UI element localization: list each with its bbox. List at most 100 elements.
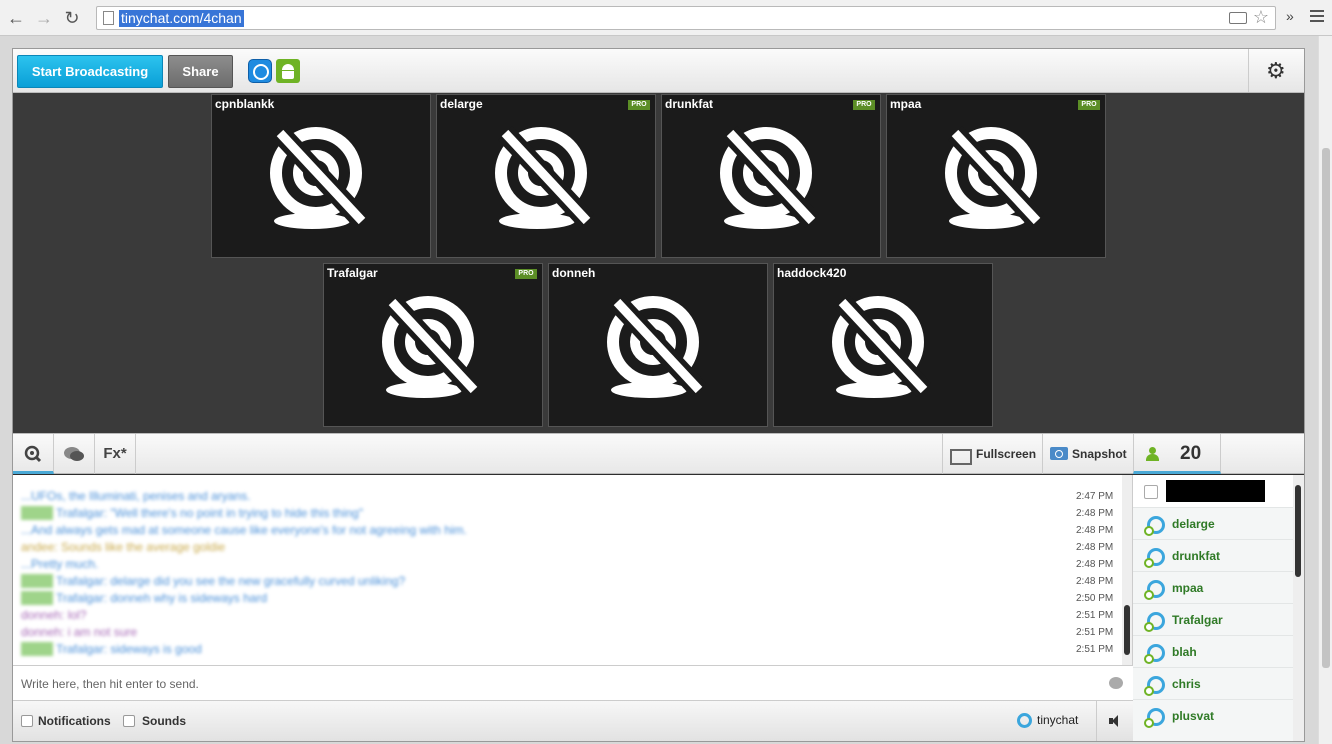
message-time: 2:51 PM [1076, 627, 1114, 638]
video-tile-cpnblankk[interactable]: cpnblankk [211, 94, 431, 258]
chat-input-area [13, 665, 1133, 701]
tinychat-app: Start Broadcasting Share ⚙ cpnblankk del… [12, 48, 1305, 742]
chat-message: MOD Trafalgar: "Well there's no point in… [21, 506, 364, 520]
message-time: 2:48 PM [1076, 508, 1114, 519]
tinychat-user-icon [1144, 676, 1165, 696]
camera-blocked-icon[interactable] [1229, 12, 1247, 24]
message-time: 2:48 PM [1076, 559, 1114, 570]
mod-badge: MOD [21, 591, 53, 605]
video-username: cpnblankk [215, 97, 275, 111]
tinychat-logo-icon [1017, 713, 1032, 728]
mod-badge: MOD [21, 506, 53, 520]
message-time: 2:50 PM [1076, 593, 1114, 604]
chat-options-bar: Notifications Sounds tinychat [13, 701, 1133, 741]
user-item-drunkfat[interactable]: drunkfat [1133, 539, 1293, 571]
message-time: 2:47 PM [1076, 491, 1114, 502]
video-username: haddock420 [777, 266, 847, 280]
no-camera-icon [607, 295, 707, 398]
user-count: 20 [1180, 443, 1202, 464]
bookmark-star-icon[interactable]: ☆ [1253, 7, 1269, 28]
page-scrollbar[interactable] [1318, 36, 1332, 744]
back-arrow-icon[interactable]: ← [6, 8, 26, 28]
chat-message: MOD Trafalgar: donneh why is sideways ha… [21, 591, 268, 605]
video-tile-delarge[interactable]: delarge PRO [436, 94, 656, 258]
volume-button[interactable] [1096, 701, 1133, 741]
share-button[interactable]: Share [168, 55, 233, 88]
user-name: delarge [1172, 517, 1215, 531]
reload-icon[interactable]: ↻ [62, 8, 82, 28]
extensions-overflow-button[interactable]: » [1286, 8, 1294, 24]
tinychat-brand[interactable]: tinychat [1017, 713, 1079, 728]
chat-message: andee: Sounds like the average goldie [21, 540, 226, 554]
chat-toolbar: Fx* Fullscreen Snapshot 20 [13, 433, 1304, 474]
tinychat-user-icon [1144, 708, 1165, 728]
video-tile-trafalgar[interactable]: Trafalgar PRO [323, 263, 543, 427]
snapshot-button[interactable]: Snapshot [1042, 434, 1133, 474]
settings-button[interactable]: ⚙ [1248, 49, 1304, 92]
user-item-plusvat[interactable]: plusvat [1133, 699, 1293, 731]
tab-zoom[interactable] [13, 434, 54, 474]
chat-bubble-icon[interactable] [1109, 677, 1123, 689]
notifications-label[interactable]: Notifications [38, 714, 111, 728]
video-tile-donneh[interactable]: donneh [548, 263, 768, 427]
user-item-blah[interactable]: blah [1133, 635, 1293, 667]
video-username: delarge [440, 97, 483, 111]
video-tile-haddock420[interactable]: haddock420 [773, 263, 993, 427]
no-camera-icon [832, 295, 932, 398]
message-time: 2:48 PM [1076, 525, 1114, 536]
fullscreen-button[interactable]: Fullscreen [942, 434, 1042, 474]
video-tile-mpaa[interactable]: mpaa PRO [886, 94, 1106, 258]
user-item-trafalgar[interactable]: Trafalgar [1133, 603, 1293, 635]
no-camera-icon [720, 126, 820, 229]
address-bar[interactable]: tinychat.com/4chan ☆ [96, 6, 1276, 30]
user-item-delarge[interactable]: delarge [1133, 507, 1293, 539]
forward-arrow-icon[interactable]: → [34, 8, 54, 28]
page-scroll-thumb[interactable] [1322, 148, 1330, 668]
user-list: delarge drunkfat mpaa Trafalgar blah chr… [1133, 475, 1304, 741]
self-checkbox[interactable] [1144, 485, 1158, 499]
video-tile-drunkfat[interactable]: drunkfat PRO [661, 94, 881, 258]
video-username: mpaa [890, 97, 922, 111]
chat-scroll-thumb[interactable] [1124, 605, 1130, 655]
tab-users[interactable]: 20 [1133, 434, 1221, 474]
user-item-mpaa[interactable]: mpaa [1133, 571, 1293, 603]
chat-input[interactable] [21, 674, 1101, 694]
tinychat-user-icon [1144, 644, 1165, 664]
chat-message: ...UFOs, the Illuminati, penises and ary… [21, 489, 251, 503]
hamburger-menu-icon[interactable] [1310, 10, 1324, 25]
user-list-scroll-thumb[interactable] [1295, 485, 1301, 577]
user-icon [1146, 447, 1159, 461]
ios-app-icon[interactable] [248, 59, 272, 83]
user-list-scrollbar[interactable] [1293, 475, 1304, 741]
user-name: chris [1172, 677, 1201, 691]
redacted-username [1166, 480, 1265, 502]
tinychat-user-icon [1144, 612, 1165, 632]
sounds-checkbox[interactable] [123, 715, 135, 727]
message-time: 2:48 PM [1076, 576, 1114, 587]
chat-scrollbar[interactable] [1122, 475, 1132, 665]
start-broadcasting-button[interactable]: Start Broadcasting [17, 55, 163, 88]
video-grid: cpnblankk delarge PRO drunkfat PRO mpaa … [13, 93, 1304, 433]
tab-fx[interactable]: Fx* [95, 434, 136, 474]
camera-icon [1050, 447, 1068, 460]
chat-message: MOD Trafalgar: delarge did you see the n… [21, 574, 406, 588]
android-app-icon[interactable] [276, 59, 300, 83]
user-name: mpaa [1172, 581, 1204, 595]
snapshot-label: Snapshot [1072, 447, 1127, 461]
chat-log: ...UFOs, the Illuminati, penises and ary… [13, 475, 1133, 665]
brand-label: tinychat [1037, 713, 1079, 727]
user-item-chris[interactable]: chris [1133, 667, 1293, 699]
user-self-row[interactable] [1133, 475, 1293, 507]
sounds-label[interactable]: Sounds [142, 714, 186, 728]
pro-badge: PRO [1078, 100, 1100, 110]
video-username: drunkfat [665, 97, 713, 111]
message-time: 2:51 PM [1076, 644, 1114, 655]
no-camera-icon [495, 126, 595, 229]
page: Start Broadcasting Share ⚙ cpnblankk del… [0, 36, 1332, 744]
tab-chat-bubbles[interactable] [54, 434, 95, 474]
mod-badge: MOD [21, 574, 53, 588]
tinychat-user-icon [1144, 548, 1165, 568]
url-text[interactable]: tinychat.com/4chan [119, 10, 244, 27]
notifications-checkbox[interactable] [21, 715, 33, 727]
chat-bubbles-icon [64, 447, 84, 461]
